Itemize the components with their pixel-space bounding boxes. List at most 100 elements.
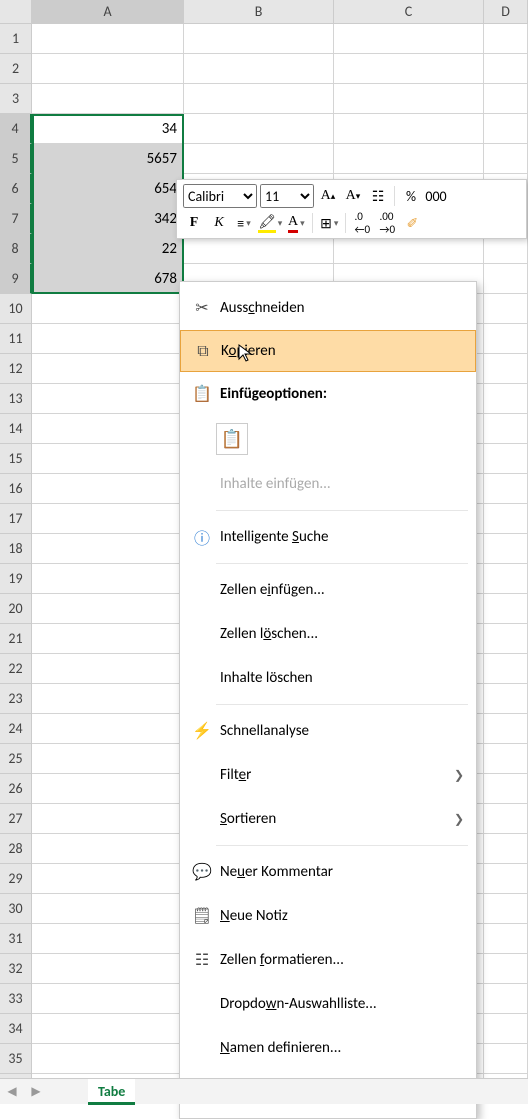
col-header-b[interactable]: B <box>184 0 334 24</box>
cell-D2[interactable] <box>484 54 528 84</box>
cell-D3[interactable] <box>484 84 528 114</box>
row-header-2[interactable]: 2 <box>0 54 32 84</box>
cell-D10[interactable] <box>484 294 528 324</box>
decrease-decimal-icon[interactable]: .00→0 <box>376 212 398 234</box>
cell-D4[interactable] <box>484 114 528 144</box>
cell-A22[interactable] <box>32 654 184 684</box>
font-select[interactable]: Calibri <box>183 184 257 208</box>
menu-smart-lookup[interactable]: ⓘ Intelligente Suche <box>180 515 476 559</box>
row-header-14[interactable]: 14 <box>0 414 32 444</box>
col-header-c[interactable]: C <box>334 0 484 24</box>
cell-A28[interactable] <box>32 834 184 864</box>
cell-A3[interactable] <box>32 84 184 114</box>
cell-D17[interactable] <box>484 504 528 534</box>
menu-sort[interactable]: Sortieren ❯ <box>180 797 476 841</box>
decrease-font-icon[interactable]: A▾ <box>342 185 364 207</box>
cell-D5[interactable] <box>484 144 528 174</box>
row-header-4[interactable]: 4 <box>0 114 32 144</box>
cell-A6[interactable]: 654 <box>32 174 184 204</box>
row-header-28[interactable]: 28 <box>0 834 32 864</box>
cell-C3[interactable] <box>334 84 484 114</box>
row-header-34[interactable]: 34 <box>0 1014 32 1044</box>
row-header-22[interactable]: 22 <box>0 654 32 684</box>
menu-new-note[interactable]: 🗒 Neue Notiz <box>180 894 476 938</box>
cell-A18[interactable] <box>32 534 184 564</box>
row-header-6[interactable]: 6 <box>0 174 32 204</box>
cell-A26[interactable] <box>32 774 184 804</box>
cell-D13[interactable] <box>484 384 528 414</box>
row-header-26[interactable]: 26 <box>0 774 32 804</box>
cell-A35[interactable] <box>32 1044 184 1074</box>
cell-A5[interactable]: 5657 <box>32 144 184 174</box>
cell-A15[interactable] <box>32 444 184 474</box>
menu-format-cells[interactable]: ☷ Zellen formatieren... <box>180 938 476 982</box>
accounting-format-icon[interactable]: ☷ <box>367 185 389 207</box>
cell-A20[interactable] <box>32 594 184 624</box>
cell-D22[interactable] <box>484 654 528 684</box>
cell-A8[interactable]: 22 <box>32 234 184 264</box>
cell-D29[interactable] <box>484 864 528 894</box>
menu-cut[interactable]: ✂ Ausschneiden <box>180 286 476 330</box>
menu-clear-contents[interactable]: Inhalte löschen <box>180 656 476 700</box>
cell-C1[interactable] <box>334 24 484 54</box>
sheet-nav-next-icon[interactable]: ▶ <box>24 1084 48 1099</box>
menu-filter[interactable]: Filter ❯ <box>180 753 476 797</box>
row-header-27[interactable]: 27 <box>0 804 32 834</box>
row-header-21[interactable]: 21 <box>0 624 32 654</box>
row-header-23[interactable]: 23 <box>0 684 32 714</box>
cell-D33[interactable] <box>484 984 528 1014</box>
row-header-29[interactable]: 29 <box>0 864 32 894</box>
cell-A32[interactable] <box>32 954 184 984</box>
percent-icon[interactable]: % <box>400 185 422 207</box>
row-header-17[interactable]: 17 <box>0 504 32 534</box>
sheet-tab-active[interactable]: Tabe <box>88 1079 135 1105</box>
cell-D25[interactable] <box>484 744 528 774</box>
cell-A21[interactable] <box>32 624 184 654</box>
paste-clipboard-icon[interactable]: 📋 <box>216 423 248 455</box>
cell-D24[interactable] <box>484 714 528 744</box>
font-size-select[interactable]: 11 <box>260 184 314 208</box>
cell-A10[interactable] <box>32 294 184 324</box>
col-header-a[interactable]: A <box>32 0 184 24</box>
row-header-32[interactable]: 32 <box>0 954 32 984</box>
row-header-8[interactable]: 8 <box>0 234 32 264</box>
row-header-25[interactable]: 25 <box>0 744 32 774</box>
cell-D14[interactable] <box>484 414 528 444</box>
cell-A29[interactable] <box>32 864 184 894</box>
cell-D19[interactable] <box>484 564 528 594</box>
cell-B4[interactable] <box>184 114 334 144</box>
cell-A24[interactable] <box>32 714 184 744</box>
cell-A17[interactable] <box>32 504 184 534</box>
cell-A14[interactable] <box>32 414 184 444</box>
cell-D35[interactable] <box>484 1044 528 1074</box>
cell-D12[interactable] <box>484 354 528 384</box>
font-color-icon[interactable]: A <box>285 212 307 234</box>
col-header-d[interactable]: D <box>484 0 528 24</box>
row-header-35[interactable]: 35 <box>0 1044 32 1074</box>
increase-font-icon[interactable]: A▴ <box>317 185 339 207</box>
cell-D31[interactable] <box>484 924 528 954</box>
cell-A1[interactable] <box>32 24 184 54</box>
row-header-16[interactable]: 16 <box>0 474 32 504</box>
menu-quick-analysis[interactable]: ⚡ Schnellanalyse <box>180 709 476 753</box>
cell-B2[interactable] <box>184 54 334 84</box>
row-header-18[interactable]: 18 <box>0 534 32 564</box>
cell-A30[interactable] <box>32 894 184 924</box>
cell-B5[interactable] <box>184 144 334 174</box>
cell-A19[interactable] <box>32 564 184 594</box>
cell-D32[interactable] <box>484 954 528 984</box>
row-header-1[interactable]: 1 <box>0 24 32 54</box>
row-header-15[interactable]: 15 <box>0 444 32 474</box>
row-header-12[interactable]: 12 <box>0 354 32 384</box>
cell-A2[interactable] <box>32 54 184 84</box>
row-header-11[interactable]: 11 <box>0 324 32 354</box>
row-header-7[interactable]: 7 <box>0 204 32 234</box>
bold-button[interactable]: F <box>183 212 205 234</box>
row-header-20[interactable]: 20 <box>0 594 32 624</box>
cell-A31[interactable] <box>32 924 184 954</box>
row-header-10[interactable]: 10 <box>0 294 32 324</box>
row-header-19[interactable]: 19 <box>0 564 32 594</box>
fill-color-icon[interactable]: 🖍 <box>258 212 282 234</box>
increase-decimal-icon[interactable]: .0←0 <box>351 212 373 234</box>
cell-A34[interactable] <box>32 1014 184 1044</box>
